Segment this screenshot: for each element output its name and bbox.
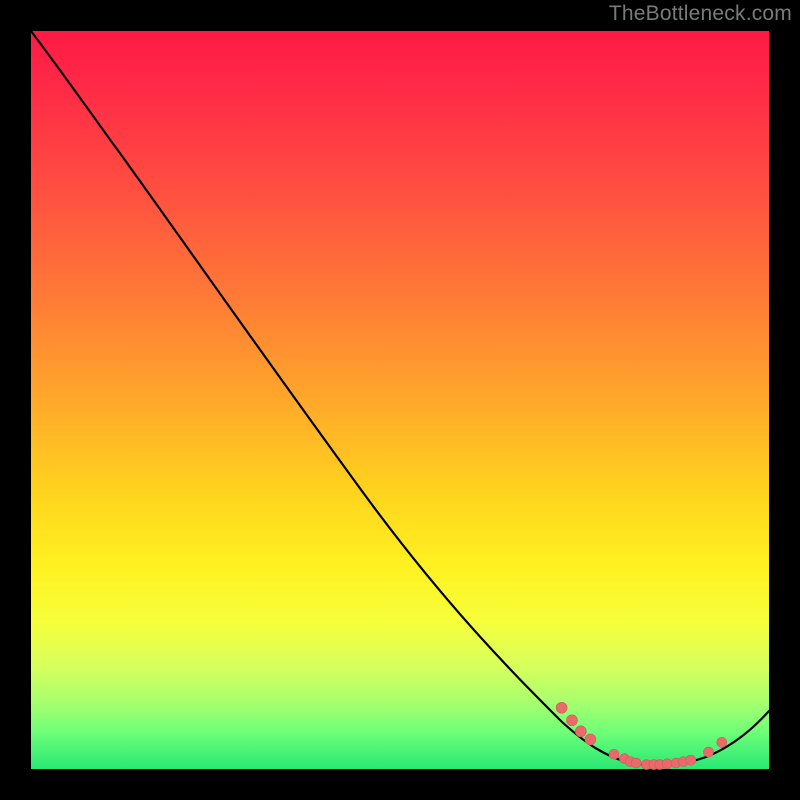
marker-dot xyxy=(556,702,567,713)
marker-dot xyxy=(566,715,577,726)
curve-svg xyxy=(31,31,769,769)
marker-dot xyxy=(717,737,727,747)
plot-area xyxy=(31,31,769,769)
watermark-text: TheBottleneck.com xyxy=(609,2,792,26)
marker-dot xyxy=(662,759,672,769)
marker-dot xyxy=(703,747,713,757)
bottleneck-curve xyxy=(31,31,769,765)
marker-dot xyxy=(631,758,641,768)
marker-dot xyxy=(575,726,586,737)
marker-dot xyxy=(585,734,596,745)
chart-frame: TheBottleneck.com xyxy=(0,0,800,800)
marker-dot xyxy=(686,755,696,765)
marker-dot xyxy=(609,749,619,759)
